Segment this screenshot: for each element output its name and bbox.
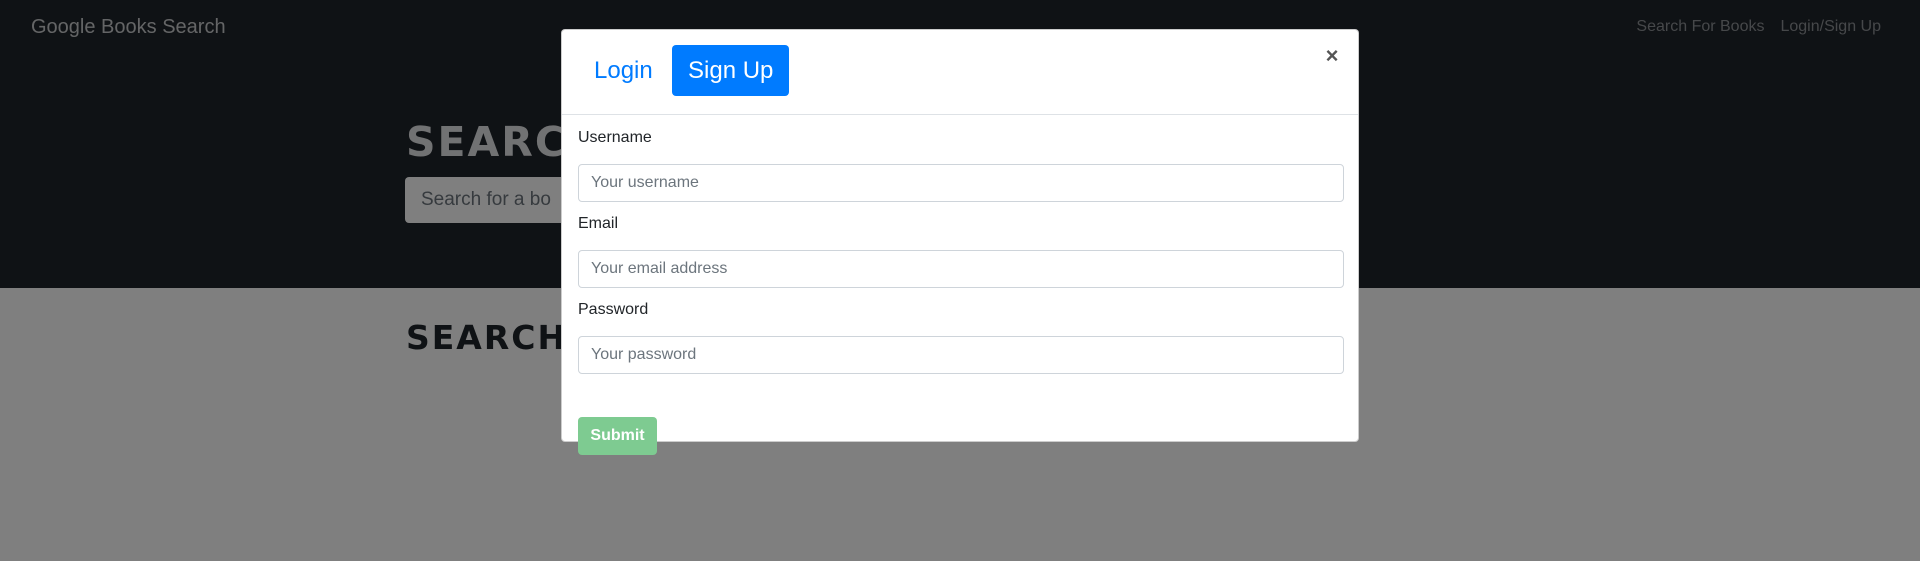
close-icon[interactable]: × (1320, 44, 1344, 68)
username-field[interactable] (578, 164, 1344, 202)
modal-header: Login Sign Up × (562, 30, 1358, 115)
email-label: Email (578, 215, 619, 232)
password-field[interactable] (578, 336, 1344, 374)
password-label: Password (578, 301, 649, 318)
submit-button[interactable]: Submit (578, 417, 657, 455)
email-field[interactable] (578, 250, 1344, 288)
tab-signup[interactable]: Sign Up (672, 45, 790, 96)
username-label: Username (578, 129, 652, 146)
signup-modal: Login Sign Up × Username Email Password … (561, 29, 1359, 455)
tab-login[interactable]: Login (578, 45, 669, 96)
